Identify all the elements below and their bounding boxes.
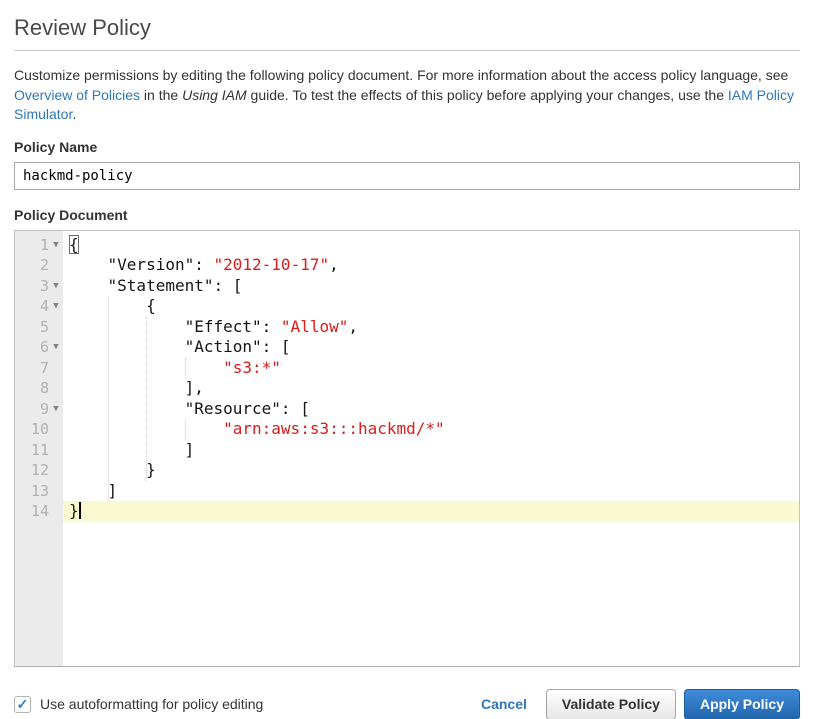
code-segment-plain: , [348,317,358,336]
line-number: 8 [15,378,49,399]
line-number: 9 [15,399,49,420]
intro-text-3: guide. To test the effects of this polic… [247,87,728,103]
intro-text-1: Customize permissions by editing the fol… [14,67,788,83]
code-segment-plain: ] [69,440,194,459]
code-segment-plain: ] [69,481,117,500]
code-segment-string: "Allow" [281,317,348,336]
autoformat-checkbox-label: Use autoformatting for policy editing [40,696,263,712]
code-line[interactable]: ] [63,440,799,461]
code-segment-plain: "Statement": [ [69,276,242,295]
autoformat-option: ✓ Use autoformatting for policy editing [14,696,481,713]
code-line[interactable]: "Action": [ [63,337,799,358]
code-line[interactable]: ] [63,481,799,502]
line-number: 13 [15,481,49,502]
line-number: 4 [15,296,49,317]
line-number: 10 [15,419,49,440]
code-segment-plain: "Resource": [ [69,399,310,418]
code-segment-plain: } [69,460,156,479]
code-segment-string: "arn:aws:s3:::hackmd/*" [223,419,445,438]
line-number: 5 [15,317,49,338]
checkbox-check-icon: ✓ [17,697,29,711]
fold-arrow-icon[interactable]: ▼ [49,276,63,297]
policy-document-label: Policy Document [14,207,800,223]
line-number: 6 [15,337,49,358]
code-line[interactable]: "Resource": [ [63,399,799,420]
autoformat-checkbox[interactable]: ✓ [14,696,31,713]
policy-name-label: Policy Name [14,139,800,155]
code-segment-plain: , [329,255,339,274]
apply-policy-button[interactable]: Apply Policy [684,689,800,719]
line-number: 1 [15,235,49,256]
code-segment-plain: ], [69,378,204,397]
code-line[interactable]: } [63,460,799,481]
code-segment-plain: "Action": [ [69,337,291,356]
code-line[interactable]: "arn:aws:s3:::hackmd/*" [63,419,799,440]
page-title: Review Policy [14,15,800,41]
code-line[interactable]: "Version": "2012-10-17", [63,255,799,276]
code-segment-string: "2012-10-17" [214,255,330,274]
review-policy-page: Review Policy Customize permissions by e… [0,15,814,719]
code-segment-brace: { [69,235,79,254]
title-divider [14,50,800,51]
active-code-line[interactable]: } [63,501,799,522]
line-number: 14 [15,501,49,522]
code-segment-plain [69,419,223,438]
code-line[interactable]: "Statement": [ [63,276,799,297]
line-number: 11 [15,440,49,461]
cancel-link[interactable]: Cancel [481,696,527,712]
using-iam-guide-name: Using IAM [182,87,247,103]
editor-gutter: 1▼2▼3▼4▼5▼6▼7▼8▼9▼10▼11▼12▼13▼14▼ [15,231,63,666]
policy-document-editor[interactable]: 1▼2▼3▼4▼5▼6▼7▼8▼9▼10▼11▼12▼13▼14▼ { "Ver… [14,230,800,667]
footer-actions: Cancel Validate Policy Apply Policy [481,689,800,719]
intro-text-4: . [72,106,76,122]
intro-text-2: in the [140,87,182,103]
footer-bar: ✓ Use autoformatting for policy editing … [14,689,800,719]
fold-arrow-icon[interactable]: ▼ [49,337,63,358]
code-line[interactable]: { [63,235,799,256]
code-line[interactable]: ], [63,378,799,399]
fold-arrow-icon[interactable]: ▼ [49,235,63,256]
code-segment-plain [69,358,223,377]
code-segment-plain: "Version": [69,255,214,274]
code-segment-plain: } [69,501,79,520]
validate-policy-button[interactable]: Validate Policy [546,689,676,719]
code-segment-plain: "Effect": [69,317,281,336]
line-number: 7 [15,358,49,379]
code-line[interactable]: "s3:*" [63,358,799,379]
code-segment-string: "s3:*" [223,358,281,377]
overview-of-policies-link[interactable]: Overview of Policies [14,87,140,103]
text-cursor [79,502,81,519]
code-line[interactable]: "Effect": "Allow", [63,317,799,338]
fold-arrow-icon[interactable]: ▼ [49,296,63,317]
line-number: 12 [15,460,49,481]
editor-code-area[interactable]: { "Version": "2012-10-17", "Statement": … [63,231,799,666]
intro-paragraph: Customize permissions by editing the fol… [14,66,796,125]
policy-name-input[interactable] [14,162,800,190]
fold-arrow-icon[interactable]: ▼ [49,399,63,420]
code-line[interactable]: { [63,296,799,317]
line-number: 3 [15,276,49,297]
line-number: 2 [15,255,49,276]
code-segment-plain: { [69,296,156,315]
